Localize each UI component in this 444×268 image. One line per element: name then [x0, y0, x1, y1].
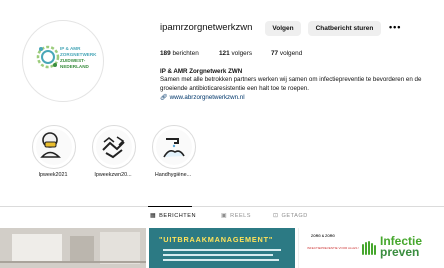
posts-count-label: berichten [172, 50, 199, 57]
post-3-small-subtitle: INFECTIEPREVENTIE VOOR ALLES ! [307, 246, 360, 250]
tab-posts[interactable]: ▦ BERICHTEN [150, 212, 196, 220]
reels-icon: ▣ [221, 213, 228, 219]
highlight-ipweek2021[interactable] [32, 125, 76, 169]
post-2-text-lines [163, 249, 281, 261]
tabs-divider [0, 206, 444, 207]
room-photo [0, 228, 146, 268]
tab-tagged-label: GETAGD [281, 212, 308, 219]
bio-name: IP & AMR Zorgnetwerk ZWN [160, 68, 243, 75]
follow-button[interactable]: Volgen [265, 21, 301, 36]
active-tab-indicator [148, 206, 192, 207]
tab-tagged[interactable]: ⊡ GETAGD [273, 212, 308, 220]
handshake-icon [102, 136, 125, 159]
posts-count: 189 berichten [160, 50, 199, 57]
logo-line-3: ZUIDWEST-NEDERLAND [60, 58, 89, 69]
hands-logo-icon [362, 241, 376, 255]
highlight-label: Handhygiëne... [154, 172, 192, 178]
link-icon: 🔗︎ [160, 95, 168, 101]
highlight-ipweekzwn[interactable] [92, 125, 136, 169]
tab-posts-label: BERICHTEN [159, 212, 196, 219]
post-2-title: "UITBRAAKMANAGEMENT" [159, 235, 274, 244]
tab-reels[interactable]: ▣ REELS [221, 212, 252, 220]
following-count[interactable]: 77 volgend [271, 50, 302, 57]
message-button[interactable]: Chatbericht sturen [308, 21, 381, 36]
profile-username: ipamrzorgnetwerkzwn [160, 22, 253, 33]
bio-website-text: www.abrzorgnetwerkzwn.nl [169, 94, 245, 101]
followers-count-label: volgers [231, 50, 253, 57]
followers-count[interactable]: 121 volgers [219, 50, 252, 57]
post-3-headline-2: preven [380, 245, 420, 259]
grid-icon: ▦ [150, 213, 157, 219]
post-3-small-title: ZORG & ZORG [311, 234, 335, 238]
highlight-label: Ipweekzwn20... [94, 172, 132, 178]
post-thumbnail-3[interactable]: ZORG & ZORG INFECTIEPREVENTIE VOOR ALLES… [298, 228, 444, 268]
highlight-label: Ipweek2021 [38, 172, 68, 178]
hand-washing-icon [163, 138, 185, 158]
tag-icon: ⊡ [273, 213, 279, 219]
tab-reels-label: REELS [230, 212, 252, 219]
bio-website-link[interactable]: 🔗︎ www.abrzorgnetwerkzwn.nl [160, 94, 245, 101]
post-thumbnail-2[interactable]: "UITBRAAKMANAGEMENT" [149, 228, 295, 268]
person-mask-icon [40, 132, 61, 158]
bio-text: Samen met alle betrokken partners werken… [160, 76, 422, 92]
profile-avatar[interactable]: IP & AMR ZORGNETWERK ZUIDWEST-NEDERLAND [22, 20, 104, 102]
following-count-label: volgend [279, 50, 303, 57]
posts-count-value: 189 [160, 50, 171, 57]
more-options-icon[interactable]: ••• [389, 21, 401, 36]
highlight-handhygiene[interactable] [152, 125, 196, 169]
followers-count-value: 121 [219, 50, 230, 57]
post-thumbnail-1[interactable] [0, 228, 146, 268]
following-count-value: 77 [271, 50, 279, 57]
